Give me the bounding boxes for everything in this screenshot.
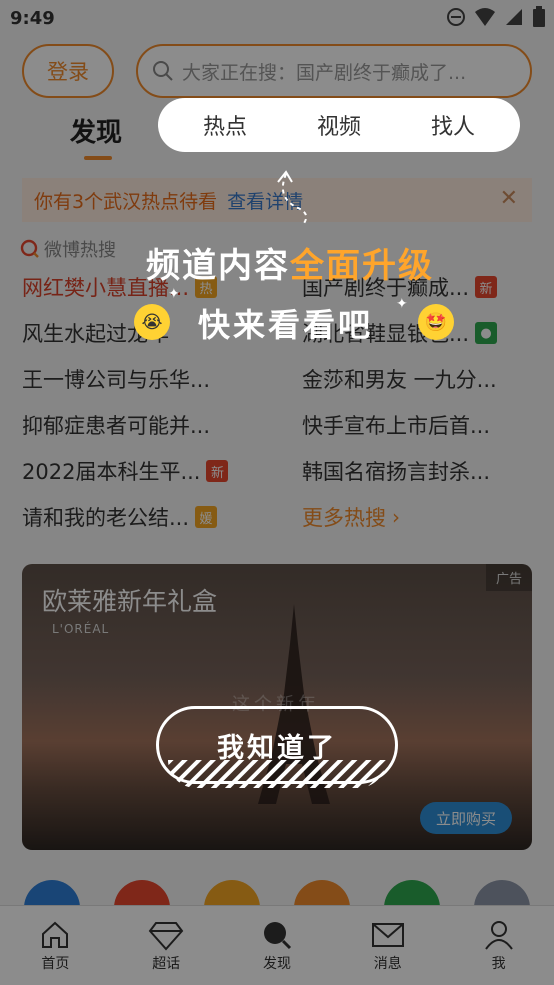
guide-tab-bar: 热点 视频 找人 [158, 98, 520, 152]
sparkle-icon: ✦ [396, 296, 408, 312]
got-it-button[interactable]: 我知道了 [156, 706, 398, 784]
sparkle-icon: ✦ [168, 286, 180, 302]
guide-subtitle: 快来看看吧 [198, 306, 374, 344]
pointer-arrow-icon [277, 170, 308, 227]
crying-face-icon: 😭 [134, 304, 170, 340]
tab-video[interactable]: 视频 [317, 109, 361, 141]
tab-hot[interactable]: 热点 [203, 109, 247, 141]
star-eyes-face-icon: 🤩 [418, 304, 454, 340]
tab-find-people[interactable]: 找人 [431, 109, 475, 141]
guide-title: 频道内容全面升级 [146, 246, 434, 286]
